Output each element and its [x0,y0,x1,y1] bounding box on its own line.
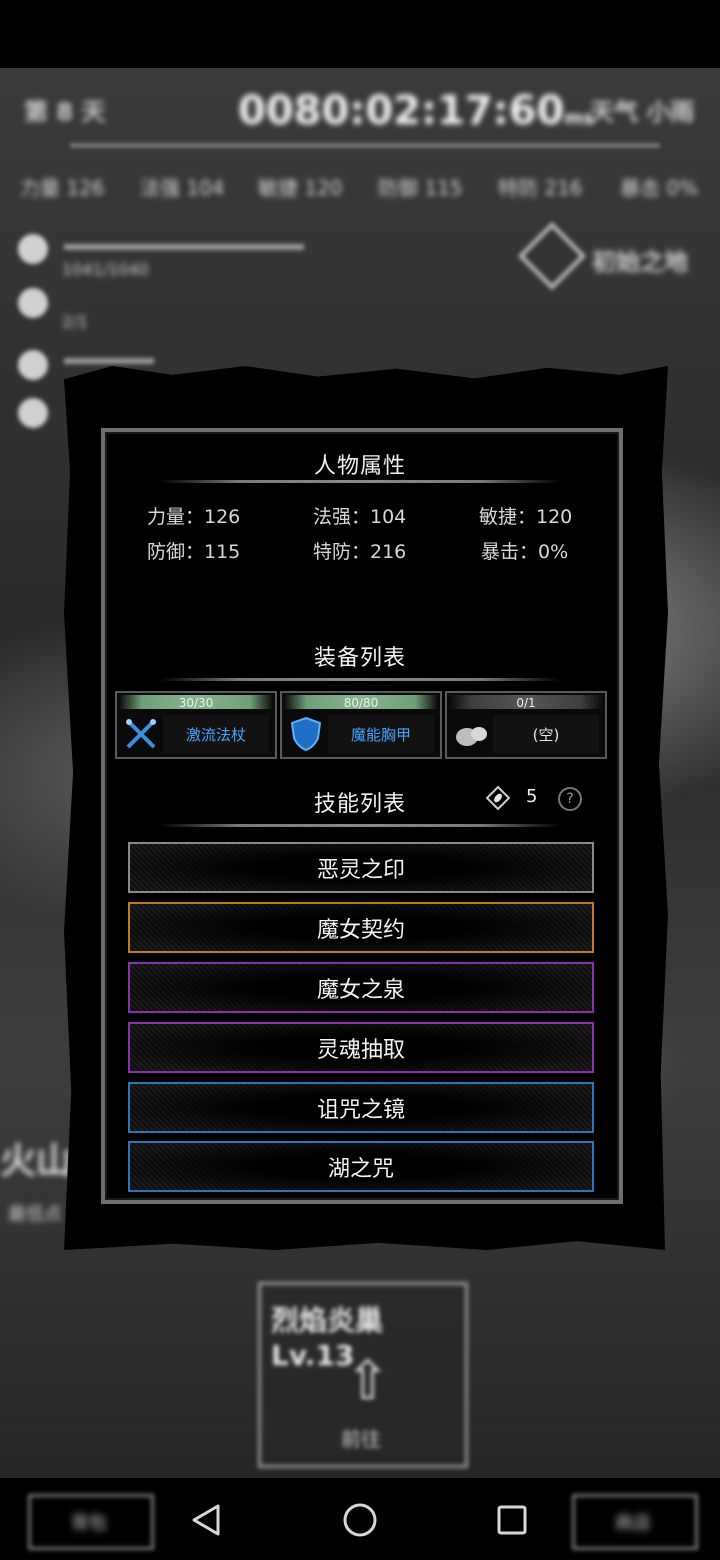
stamina-text: 2/1 [62,312,88,331]
equipment-slot-empty[interactable]: 0/1 (空) [445,691,607,759]
status-bar [0,0,720,68]
bag-icon[interactable] [18,350,48,380]
durability-text: 30/30 [178,696,214,710]
weather-label: 天气 小雨 [590,98,695,126]
stamina-icon [18,288,48,318]
bg-stat: 特防 216 [498,176,583,200]
divider [160,824,560,827]
attr-agility: 敏捷：120 [479,506,573,528]
heart-icon [18,234,48,264]
equipment-slot-armor[interactable]: 80/80 魔能胸甲 [280,691,442,759]
attr-magic-defense: 特防：216 [313,541,407,563]
attributes-title: 人物属性 [313,454,406,479]
level-card[interactable]: 烈焰炎巢 Lv.13 ⇧ 前往 [258,1282,468,1468]
bg-stat: 法强 104 [140,176,225,200]
game-timer: 0080:02:17:60ms [238,88,594,134]
recents-icon[interactable] [492,1500,532,1540]
map-label: 初始之地 [592,248,688,276]
location-title: 火山 [0,1141,73,1182]
day-label: 第 8 天 [24,98,106,126]
equipment-name: (空) [493,715,599,753]
skill-item[interactable]: 魔女之泉 [128,962,594,1013]
skill-item[interactable]: 恶灵之印 [128,842,594,893]
durability-text: 0/1 [516,696,536,710]
shield-armor-icon [286,715,326,753]
skill-item[interactable]: 灵魂抽取 [128,1022,594,1073]
equipment-slot-weapon[interactable]: 30/30 激流法杖 [115,691,277,759]
map-pin-icon[interactable] [18,398,48,428]
bg-stat: 力量 126 [20,176,105,200]
skill-item[interactable]: 诅咒之镜 [128,1082,594,1133]
divider [160,678,560,681]
durability-text: 80/80 [343,696,379,710]
attr-magic-power: 法强：104 [313,506,407,528]
bg-stat: 暴击 0% [620,176,699,200]
skill-points-count: 5 [526,786,538,807]
map-diamond-icon[interactable] [518,222,586,290]
attr-strength: 力量：126 [147,506,241,528]
hp-bar [64,244,304,250]
skill-item[interactable]: 湖之咒 [128,1141,594,1192]
location-subtitle: 最低点 [8,1204,62,1225]
arrow-up-icon: ⇧ [345,1349,391,1412]
crossed-staffs-icon [121,715,161,753]
hud-divider [70,144,660,147]
attr-crit: 暴击：0% [481,541,569,563]
empty-slot-icon [451,715,491,753]
hp-text: 1041/1040 [62,260,149,279]
equipment-title: 装备列表 [313,646,406,671]
help-icon[interactable]: ? [558,787,582,811]
bg-stat: 防御 115 [378,176,463,200]
attr-defense: 防御：115 [147,541,241,563]
skill-point-gem-icon [485,785,511,811]
bag-bar [64,358,154,364]
skill-item[interactable]: 魔女契约 [128,902,594,953]
skills-title: 技能列表 [313,792,406,817]
level-card-action: 前往 [341,1427,381,1451]
home-icon[interactable] [340,1500,380,1540]
equipment-name: 激流法杖 [163,715,269,753]
back-icon[interactable] [186,1500,226,1540]
bg-stat: 敏捷 120 [258,176,343,200]
divider [160,480,560,483]
equipment-name: 魔能胸甲 [328,715,434,753]
